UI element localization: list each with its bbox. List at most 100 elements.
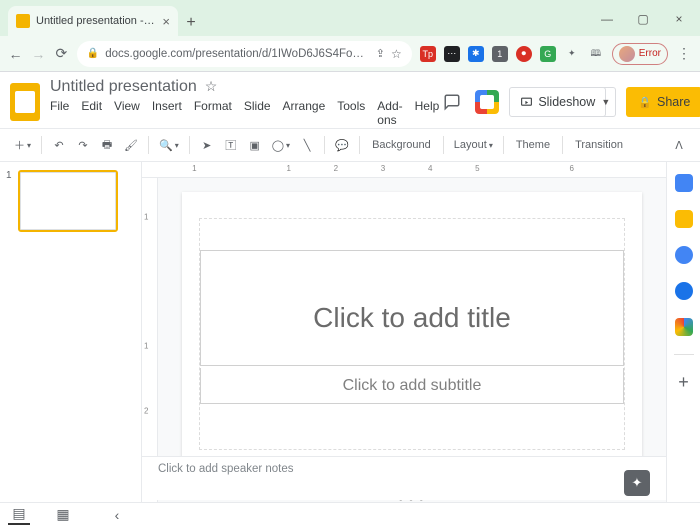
slideshow-dropdown[interactable]: ▼ [596,87,616,117]
document-title[interactable]: Untitled presentation [50,78,197,96]
grid-view-icon[interactable]: ▦ [52,505,74,525]
side-panel-rail: + [666,162,700,502]
app-header: Untitled presentation ☆ File Edit View I… [0,72,700,126]
ext-icon-2[interactable]: ⋯ [444,46,460,62]
shape-tool[interactable]: ◯▾ [268,139,294,152]
textbox-tool[interactable]: 🅃 [220,134,242,156]
slide-number: 1 [6,170,14,232]
toolbar: ＋▾ ↶ ↷ 🖶 🖌 🔍▾ ➤ 🅃 ▣ ◯▾ ╲ 💬 Background La… [0,128,700,162]
zoom-button[interactable]: 🔍▾ [155,139,183,152]
back-button[interactable]: ← [8,44,23,64]
extensions-menu-icon[interactable]: ✦ [564,46,580,62]
address-bar[interactable]: 🔒 docs.google.com/presentation/d/1IWoD6J… [77,41,412,67]
collapse-footer-icon[interactable]: ‹ [106,505,128,525]
subtitle-placeholder-text: Click to add subtitle [343,377,482,395]
profile-label: Error [639,48,661,59]
redo-button[interactable]: ↷ [72,134,94,156]
extension-icons: Tp ⋯ ✱ 1 ⏺ G ✦ 🕮 Error ⋮ [420,43,692,65]
add-addon-icon[interactable]: + [675,373,693,391]
close-tab-icon[interactable]: × [162,14,170,29]
menu-slide[interactable]: Slide [244,99,271,127]
menu-file[interactable]: File [50,99,69,127]
calendar-icon[interactable] [675,174,693,192]
slides-favicon [16,14,30,28]
ext-icon-6[interactable]: G [540,46,556,62]
tasks-icon[interactable] [675,246,693,264]
contacts-icon[interactable] [675,282,693,300]
slide-thumbnail[interactable] [18,170,118,232]
maps-icon[interactable] [675,318,693,336]
menu-arrange[interactable]: Arrange [283,99,326,127]
slides-logo[interactable] [10,83,40,121]
star-icon[interactable]: ☆ [205,78,218,95]
browser-tab[interactable]: Untitled presentation - Google S × [8,6,178,36]
share-label: Share [657,95,690,109]
comment-button[interactable]: 💬 [331,134,353,156]
transition-button[interactable]: Transition [569,139,629,151]
meet-icon[interactable] [475,90,499,114]
select-tool[interactable]: ➤ [196,134,218,156]
share-button[interactable]: 🔒 Share [626,87,700,117]
profile-chip[interactable]: Error [612,43,668,65]
menu-addons[interactable]: Add-ons [377,99,402,127]
profile-avatar-icon [619,46,635,62]
slideshow-button[interactable]: Slideshow [509,87,606,117]
lock-icon: 🔒 [638,96,652,109]
layout-label: Layout [454,139,487,151]
browser-menu-icon[interactable]: ⋮ [676,46,692,62]
share-url-icon[interactable]: ⇪ [376,47,385,60]
ruler-vertical: 1 1 2 [142,178,158,502]
browser-tab-strip: Untitled presentation - Google S × + — ▢… [0,0,700,36]
ruler-tick: 6 [569,164,573,173]
lock-icon: 🔒 [87,48,99,59]
reload-button[interactable]: ⟳ [54,44,69,64]
bookmark-icon[interactable]: ☆ [391,47,402,61]
ruler-tick: 5 [475,164,479,173]
theme-button[interactable]: Theme [510,139,556,151]
menu-format[interactable]: Format [194,99,232,127]
slide[interactable]: Click to add title Click to add subtitle [182,192,642,476]
ruler-tick: 1 [144,342,148,351]
undo-button[interactable]: ↶ [48,134,70,156]
ruler-tick: 1 [144,212,148,221]
rail-divider [674,354,694,355]
collapse-toolbar-icon[interactable]: ᐱ [668,134,690,156]
reading-list-icon[interactable]: 🕮 [588,46,604,62]
menu-tools[interactable]: Tools [337,99,365,127]
menu-insert[interactable]: Insert [152,99,182,127]
new-tab-button[interactable]: + [178,10,204,36]
image-tool[interactable]: ▣ [244,134,266,156]
filmstrip-view-icon[interactable]: ▤ [8,505,30,525]
menu-help[interactable]: Help [415,99,440,127]
layout-button[interactable]: Layout▾ [450,139,497,151]
minimize-button[interactable]: — [590,8,624,30]
ext-icon-3[interactable]: ✱ [468,46,484,62]
new-slide-button[interactable]: ＋▾ [10,137,35,153]
ext-icon-1[interactable]: Tp [420,46,436,62]
title-placeholder[interactable]: Click to add title [200,250,624,366]
explore-button[interactable]: ✦ [624,470,650,496]
maximize-button[interactable]: ▢ [626,8,660,30]
menu-edit[interactable]: Edit [81,99,102,127]
ruler-tick: 3 [381,164,385,173]
menu-view[interactable]: View [114,99,140,127]
subtitle-placeholder[interactable]: Click to add subtitle [200,368,624,404]
background-button[interactable]: Background [366,139,437,151]
print-button[interactable]: 🖶 [96,134,118,156]
workspace: 1 1 1 2 3 4 5 6 1 1 2 Click to add title [0,162,700,502]
canvas[interactable]: Click to add title Click to add subtitle… [158,178,666,502]
comments-icon[interactable] [439,89,465,115]
speaker-notes[interactable]: Click to add speaker notes ✦ [142,456,666,500]
canvas-area: 1 1 2 3 4 5 6 1 1 2 Click to add title C… [142,162,666,502]
forward-button[interactable]: → [31,44,46,64]
line-tool[interactable]: ╲ [296,134,318,156]
ext-icon-5[interactable]: ⏺ [516,46,532,62]
slide-thumb-row[interactable]: 1 [6,170,135,232]
ext-icon-4[interactable]: 1 [492,46,508,62]
close-window-button[interactable]: × [662,8,696,30]
title-placeholder-text: Click to add title [313,302,511,334]
speaker-notes-placeholder: Click to add speaker notes [158,463,294,494]
paint-format-button[interactable]: 🖌 [120,134,142,156]
keep-icon[interactable] [675,210,693,228]
footer-bar: ▤ ▦ ‹ [0,502,700,526]
